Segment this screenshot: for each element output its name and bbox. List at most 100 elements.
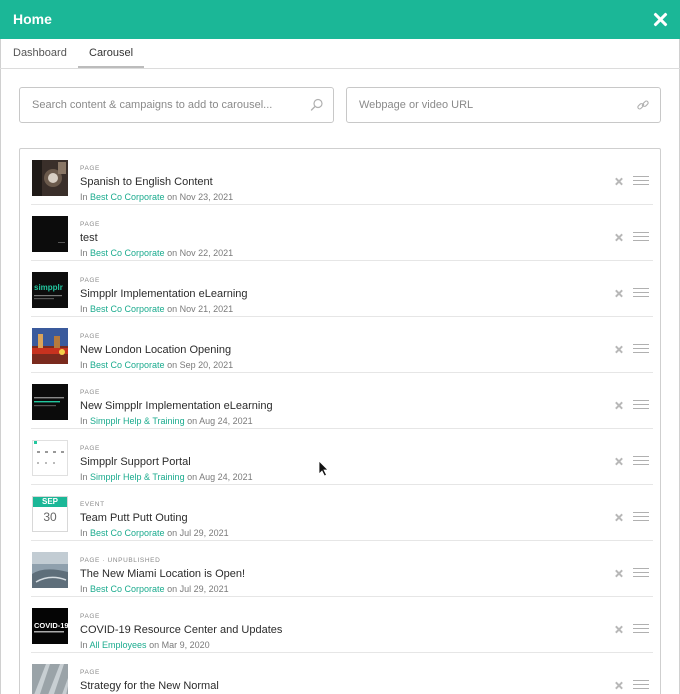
item-site-link[interactable]: Best Co Corporate bbox=[90, 528, 165, 538]
meta-prefix: In bbox=[80, 584, 88, 594]
item-thumbnail bbox=[32, 384, 68, 420]
drag-handle-icon[interactable] bbox=[633, 456, 649, 465]
drag-handle-icon[interactable] bbox=[633, 568, 649, 577]
link-icon bbox=[637, 100, 649, 110]
list-item[interactable]: COVID-19 PAGE COVID-19 Resource Center a… bbox=[31, 597, 653, 653]
remove-icon[interactable] bbox=[614, 681, 624, 691]
item-thumbnail bbox=[32, 160, 68, 196]
item-site-link[interactable]: Simpplr Help & Training bbox=[90, 472, 185, 482]
item-thumbnail: SEP 30 bbox=[32, 496, 68, 532]
item-meta: In Simpplr Help & Training on Aug 24, 20… bbox=[80, 416, 253, 426]
remove-icon[interactable] bbox=[614, 513, 624, 523]
item-title[interactable]: test bbox=[80, 232, 98, 244]
item-title[interactable]: Spanish to English Content bbox=[80, 176, 213, 188]
remove-icon[interactable] bbox=[614, 625, 624, 635]
search-field bbox=[19, 87, 334, 123]
item-title[interactable]: Strategy for the New Normal bbox=[80, 680, 219, 692]
item-date: on Nov 21, 2021 bbox=[167, 304, 234, 314]
item-meta: In Best Co Corporate on Nov 21, 2021 bbox=[80, 304, 233, 314]
item-type: PAGE bbox=[80, 445, 100, 452]
list-item[interactable]: PAGE New London Location Opening In Best… bbox=[31, 317, 653, 373]
remove-icon[interactable] bbox=[614, 289, 624, 299]
item-meta: In Best Co Corporate on Nov 23, 2021 bbox=[80, 192, 233, 202]
item-title[interactable]: New London Location Opening bbox=[80, 344, 231, 356]
item-date: on Jul 29, 2021 bbox=[167, 584, 229, 594]
close-icon[interactable] bbox=[651, 10, 670, 29]
remove-icon[interactable] bbox=[614, 457, 624, 467]
item-site-link[interactable]: Simpplr Help & Training bbox=[90, 416, 185, 426]
drag-handle-icon[interactable] bbox=[633, 680, 649, 689]
item-date: on Nov 22, 2021 bbox=[167, 248, 234, 258]
thumb-covid-text: COVID-19 bbox=[34, 621, 68, 630]
search-input[interactable] bbox=[32, 97, 287, 113]
meta-prefix: In bbox=[80, 416, 88, 426]
calendar-day: 30 bbox=[43, 510, 57, 524]
active-tab-indicator bbox=[78, 66, 144, 68]
item-type: EVENT bbox=[80, 501, 105, 508]
item-meta: In Best Co Corporate on Jul 29, 2021 bbox=[80, 528, 229, 538]
drag-handle-icon[interactable] bbox=[633, 344, 649, 353]
item-title[interactable]: New Simpplr Implementation eLearning bbox=[80, 400, 273, 412]
meta-prefix: In bbox=[80, 248, 88, 258]
item-thumbnail bbox=[32, 440, 68, 476]
item-thumbnail: COVID-19 bbox=[32, 608, 68, 644]
list-item[interactable]: PAGE · UNPUBLISHED The New Miami Locatio… bbox=[31, 541, 653, 597]
meta-prefix: In bbox=[80, 472, 88, 482]
list-item[interactable]: PAGE test In Best Co Corporate on Nov 22… bbox=[31, 205, 653, 261]
meta-prefix: In bbox=[80, 640, 88, 650]
item-title[interactable]: The New Miami Location is Open! bbox=[80, 568, 245, 580]
item-date: on Mar 9, 2020 bbox=[149, 640, 210, 650]
tab-dashboard[interactable]: Dashboard bbox=[13, 47, 67, 59]
item-meta: In Best Co Corporate on Sep 20, 2021 bbox=[80, 360, 233, 370]
remove-icon[interactable] bbox=[614, 177, 624, 187]
item-site-link[interactable]: Best Co Corporate bbox=[90, 248, 165, 258]
remove-icon[interactable] bbox=[614, 569, 624, 579]
item-title[interactable]: COVID-19 Resource Center and Updates bbox=[80, 624, 282, 636]
item-site-link[interactable]: Best Co Corporate bbox=[90, 304, 165, 314]
drag-handle-icon[interactable] bbox=[633, 512, 649, 521]
item-site-link[interactable]: Best Co Corporate bbox=[90, 192, 165, 202]
item-site-link[interactable]: Best Co Corporate bbox=[90, 360, 165, 370]
list-item[interactable]: PAGE Spanish to English Content In Best … bbox=[31, 149, 653, 205]
meta-prefix: In bbox=[80, 528, 88, 538]
item-site-link[interactable]: All Employees bbox=[90, 640, 147, 650]
drag-handle-icon[interactable] bbox=[633, 288, 649, 297]
list-item[interactable]: PAGE Strategy for the New Normal bbox=[31, 653, 653, 694]
remove-icon[interactable] bbox=[614, 345, 624, 355]
url-input[interactable] bbox=[359, 97, 614, 113]
drag-handle-icon[interactable] bbox=[633, 624, 649, 633]
item-type: PAGE bbox=[80, 221, 100, 228]
thumb-logo-text: simpplr bbox=[34, 283, 63, 292]
list-item[interactable]: PAGE New Simpplr Implementation eLearnin… bbox=[31, 373, 653, 429]
item-title[interactable]: Simpplr Implementation eLearning bbox=[80, 288, 248, 300]
item-title[interactable]: Team Putt Putt Outing bbox=[80, 512, 188, 524]
item-site-link[interactable]: Best Co Corporate bbox=[90, 584, 165, 594]
item-type: PAGE bbox=[80, 389, 100, 396]
drag-handle-icon[interactable] bbox=[633, 176, 649, 185]
list-item[interactable]: SEP 30 EVENT Team Putt Putt Outing In Be… bbox=[31, 485, 653, 541]
list-item[interactable]: PAGE Simpplr Support Portal In Simpplr H… bbox=[31, 429, 653, 485]
item-meta: In All Employees on Mar 9, 2020 bbox=[80, 640, 210, 650]
tab-bar: Dashboard Carousel bbox=[0, 39, 680, 69]
tab-carousel[interactable]: Carousel bbox=[89, 47, 133, 59]
modal-title: Home bbox=[13, 11, 52, 27]
meta-prefix: In bbox=[80, 360, 88, 370]
drag-handle-icon[interactable] bbox=[633, 232, 649, 241]
item-type: PAGE bbox=[80, 277, 100, 284]
item-thumbnail bbox=[32, 216, 68, 252]
calendar-month: SEP bbox=[33, 497, 67, 507]
item-date: on Nov 23, 2021 bbox=[167, 192, 234, 202]
drag-handle-icon[interactable] bbox=[633, 400, 649, 409]
item-thumbnail bbox=[32, 328, 68, 364]
list-item[interactable]: simpplr PAGE Simpplr Implementation eLea… bbox=[31, 261, 653, 317]
remove-icon[interactable] bbox=[614, 233, 624, 243]
mouse-cursor-icon bbox=[318, 460, 329, 477]
item-date: on Aug 24, 2021 bbox=[187, 472, 253, 482]
search-icon[interactable] bbox=[310, 98, 324, 112]
remove-icon[interactable] bbox=[614, 401, 624, 411]
item-meta: In Best Co Corporate on Jul 29, 2021 bbox=[80, 584, 229, 594]
item-title[interactable]: Simpplr Support Portal bbox=[80, 456, 191, 468]
carousel-list: PAGE Spanish to English Content In Best … bbox=[19, 148, 661, 694]
modal-header: Home bbox=[0, 0, 680, 39]
item-type: PAGE bbox=[80, 165, 100, 172]
